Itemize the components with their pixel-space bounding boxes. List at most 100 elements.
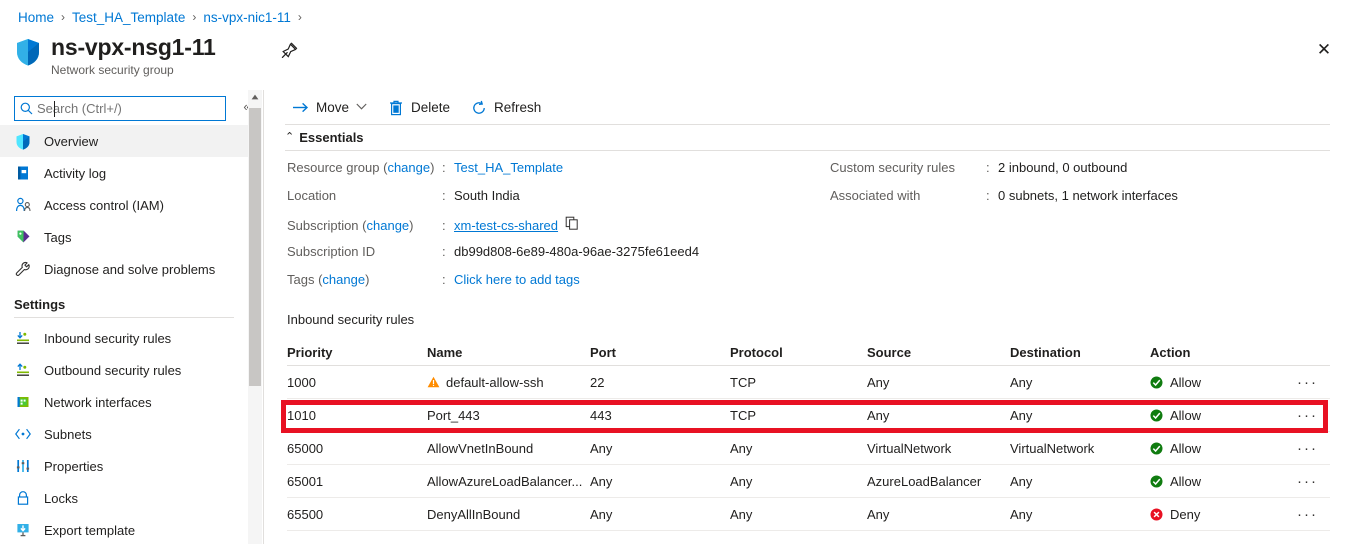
cell-name-text: Port_443 [427, 407, 480, 423]
cell-action-text: Allow [1170, 374, 1202, 390]
allow-check-icon [1150, 475, 1163, 488]
breadcrumb-separator: › [297, 10, 302, 24]
nav-list: Overview Activity log Access control (IA… [0, 125, 248, 546]
cell-priority: 1000 [287, 374, 316, 390]
column-header-name[interactable]: Name [427, 345, 590, 360]
move-button[interactable]: Move [284, 93, 375, 123]
change-link[interactable]: change [387, 160, 430, 175]
essentials-key: Subscription (change) [287, 218, 414, 233]
command-bar: Move Delete Refresh [264, 90, 1350, 125]
essentials-label: Essentials [299, 130, 364, 145]
sidebar-item-diagnose[interactable]: Diagnose and solve problems [0, 253, 248, 285]
sidebar-item-properties[interactable]: Properties [0, 450, 248, 482]
sidebar-item-subnets[interactable]: Subnets [0, 418, 248, 450]
cell-name: Port_443 [427, 408, 590, 423]
row-context-menu-button[interactable]: ··· [1285, 375, 1330, 390]
scroll-up-icon[interactable] [248, 90, 262, 104]
column-header-destination[interactable]: Destination [1010, 345, 1150, 360]
change-link[interactable]: change [322, 272, 365, 287]
table-row[interactable]: 65001 AllowAzureLoadBalancer... Any Any … [287, 465, 1330, 498]
nav-scrollbar-thumb[interactable] [249, 108, 261, 386]
delete-button[interactable]: Delete [379, 93, 458, 123]
cell-destination: Any [1010, 473, 1033, 489]
cell-action-text: Allow [1170, 407, 1202, 423]
cell-source: Any [867, 506, 890, 522]
column-header-protocol[interactable]: Protocol [730, 345, 867, 360]
sidebar-item-label: Subnets [44, 426, 92, 442]
activity-log-icon [14, 164, 32, 182]
nav-divider [14, 317, 234, 318]
cell-name: AllowVnetInBound [427, 441, 590, 456]
search-box[interactable] [14, 96, 226, 121]
arrow-right-icon [292, 99, 309, 116]
cell-priority: 65500 [287, 506, 324, 522]
refresh-button[interactable]: Refresh [462, 93, 549, 123]
row-context-menu-button[interactable]: ··· [1285, 474, 1330, 489]
nav-scrollbar[interactable] [248, 90, 262, 544]
essentials-colon: : [442, 244, 446, 259]
sidebar-item-network-interfaces[interactable]: Network interfaces [0, 386, 248, 418]
row-context-menu-button[interactable]: ··· [1285, 441, 1330, 456]
row-context-menu-button[interactable]: ··· [1285, 408, 1330, 423]
essentials-row-resource-group: Resource group (change) : Test_HA_Templa… [287, 160, 827, 188]
cell-name-text: DenyAllInBound [427, 506, 521, 522]
sidebar-item-label: Locks [44, 490, 78, 506]
lock-icon [14, 489, 32, 507]
outbound-rules-icon [14, 361, 32, 379]
essentials-key: Subscription ID [287, 244, 376, 259]
essentials-row-associated-with: Associated with : 0 subnets, 1 network i… [830, 188, 1310, 216]
essentials-value-associated-with: 0 subnets, 1 network interfaces [998, 188, 1178, 203]
table-row[interactable]: 1000 default-allow-ssh 22 TCP Any Any Al… [287, 366, 1330, 399]
cell-port: 22 [590, 374, 605, 390]
cell-protocol: TCP [730, 374, 756, 390]
table-row[interactable]: 65000 AllowVnetInBound Any Any VirtualNe… [287, 432, 1330, 465]
sidebar-item-label: Export template [44, 522, 136, 538]
breadcrumb-item-nic[interactable]: ns-vpx-nic1-11 [203, 10, 291, 25]
sidebar-item-activity-log[interactable]: Activity log [0, 157, 248, 189]
sidebar-item-overview[interactable]: Overview [0, 125, 248, 157]
deny-x-icon [1150, 508, 1163, 521]
nav-group-settings: Settings [14, 297, 66, 312]
page-subtitle: Network security group [51, 63, 174, 77]
sidebar-item-tags[interactable]: Tags [0, 221, 248, 253]
shield-icon [14, 132, 32, 150]
cell-destination: Any [1010, 407, 1033, 423]
close-icon[interactable]: ✕ [1311, 36, 1337, 62]
sidebar-item-export-template[interactable]: Export template [0, 514, 248, 546]
chevron-down-icon[interactable] [356, 102, 367, 113]
column-header-source[interactable]: Source [867, 345, 1010, 360]
breadcrumb-separator: › [61, 10, 66, 24]
sidebar-item-locks[interactable]: Locks [0, 482, 248, 514]
column-header-action[interactable]: Action [1150, 345, 1285, 360]
chevron-up-icon: ⌃ [285, 131, 295, 143]
column-header-port[interactable]: Port [590, 345, 730, 360]
sidebar-item-access-control[interactable]: Access control (IAM) [0, 189, 248, 221]
essentials-value-subscription[interactable]: xm-test-cs-shared [454, 218, 558, 233]
change-link[interactable]: change [367, 218, 410, 233]
cell-action: Allow [1150, 474, 1285, 489]
pin-icon[interactable] [278, 40, 300, 62]
breadcrumb-item-resource-group[interactable]: Test_HA_Template [72, 10, 185, 25]
copy-icon[interactable] [565, 216, 579, 233]
cell-source: VirtualNetwork [867, 440, 952, 456]
sidebar-item-inbound-security-rules[interactable]: Inbound security rules [0, 322, 248, 354]
column-header-priority[interactable]: Priority [287, 345, 427, 360]
search-input[interactable] [37, 101, 197, 116]
table-row[interactable]: 65500 DenyAllInBound Any Any Any Any Den… [287, 498, 1330, 531]
add-tags-link[interactable]: Click here to add tags [454, 272, 580, 287]
cell-action: Deny [1150, 507, 1285, 522]
breadcrumb-separator: › [192, 10, 197, 24]
essentials-colon: : [442, 160, 446, 175]
table-row[interactable]: 1010 Port_443 443 TCP Any Any Allow ··· [287, 399, 1330, 432]
essentials-toggle[interactable]: ⌃ Essentials [285, 130, 364, 145]
command-bar-divider [285, 124, 1330, 125]
essentials-colon: : [986, 160, 990, 175]
cell-action: Allow [1150, 441, 1285, 456]
sidebar-item-outbound-security-rules[interactable]: Outbound security rules [0, 354, 248, 386]
row-context-menu-button[interactable]: ··· [1285, 507, 1330, 522]
cell-port: Any [590, 506, 613, 522]
cell-name: default-allow-ssh [427, 375, 590, 390]
essentials-value-resource-group[interactable]: Test_HA_Template [454, 160, 563, 175]
cell-protocol: Any [730, 440, 753, 456]
breadcrumb-item-home[interactable]: Home [18, 10, 54, 25]
